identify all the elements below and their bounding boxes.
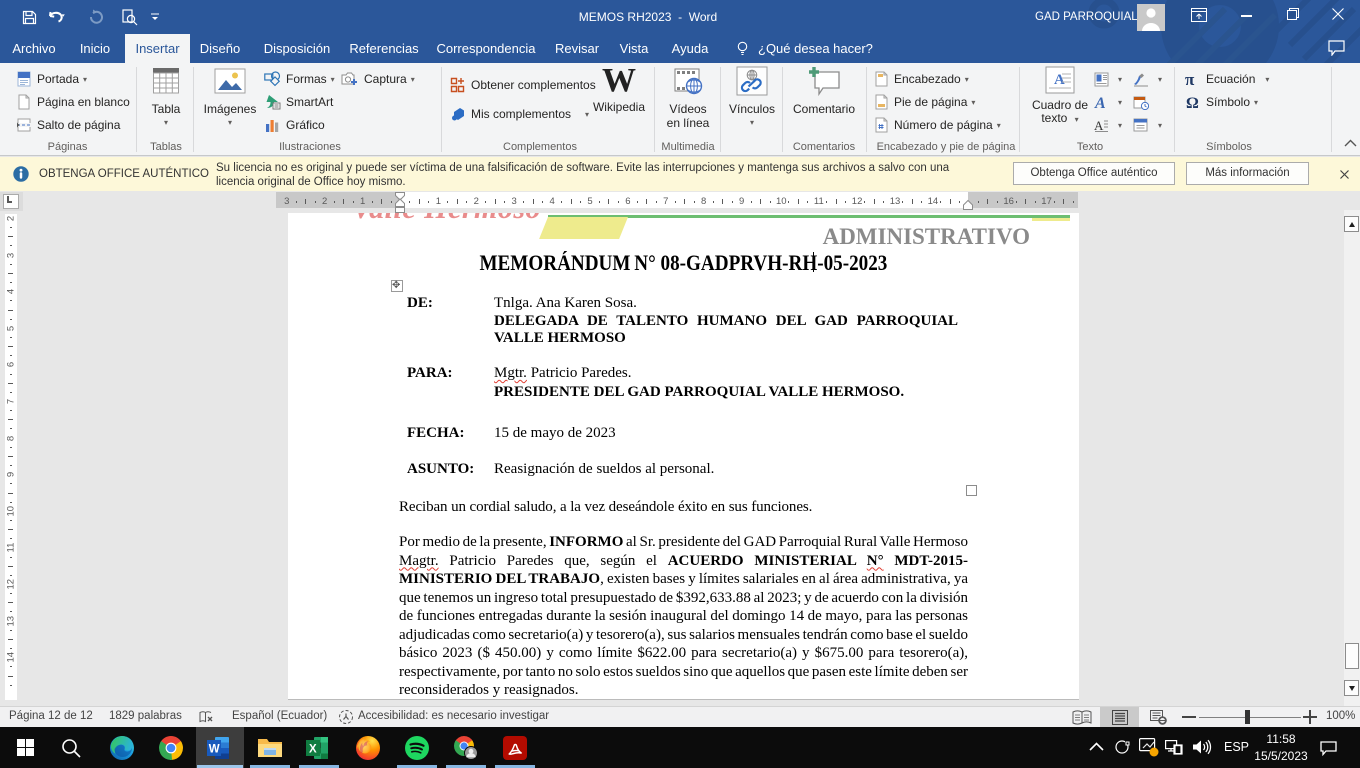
svg-text:A: A [1094, 118, 1104, 133]
svg-text:A: A [1094, 95, 1106, 110]
svg-text:X: X [309, 743, 317, 755]
svg-text:Ω: Ω [1186, 95, 1199, 110]
svg-text:π: π [1185, 72, 1195, 87]
svg-text:W: W [209, 743, 220, 755]
